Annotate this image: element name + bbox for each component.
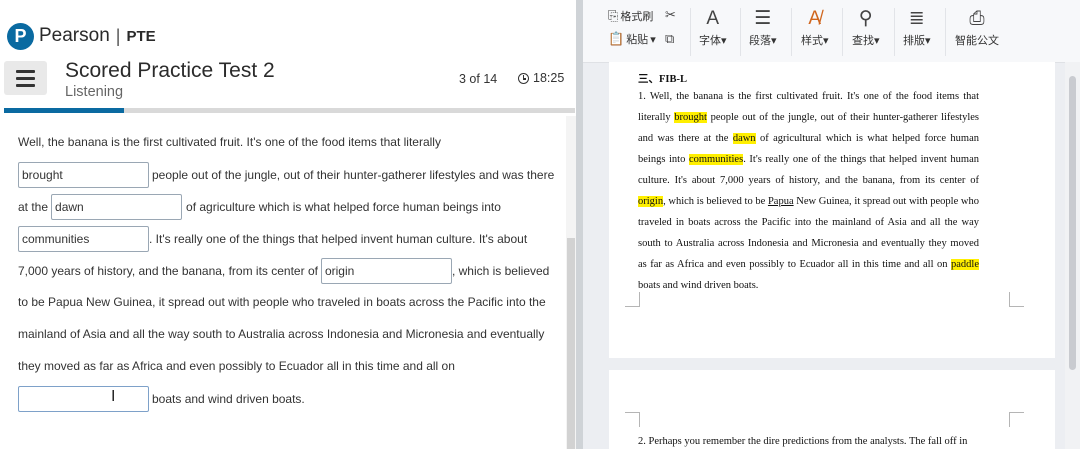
passage-text: boats and wind driven boats. bbox=[152, 392, 305, 406]
passage-text: people out of the jungle, out of their h… bbox=[152, 168, 555, 182]
smart-doc-icon: ⎙ bbox=[969, 8, 985, 29]
copy-button[interactable]: ⧉ bbox=[665, 31, 674, 47]
passage-text: at the bbox=[18, 200, 49, 214]
passage-text: to be Papua New Guinea, it spread out wi… bbox=[18, 295, 546, 309]
timer: 18:25 bbox=[518, 71, 564, 85]
passage-text: Well, the banana is the first cultivated… bbox=[18, 135, 441, 149]
scrollbar-thumb[interactable] bbox=[567, 238, 575, 449]
document-editor-window: ⎘ 格式刷 ✂ 📋 粘贴 ▾ ⧉ A 字体▾ ☰ 段落▾ A̸ 样式▾ ⚲ 查找… bbox=[583, 0, 1080, 449]
document-scrollbar[interactable] bbox=[1065, 62, 1080, 449]
passage-text: , which is believed bbox=[451, 264, 550, 278]
chevron-down-icon: ▾ bbox=[874, 35, 880, 47]
copy-icon: ⧉ bbox=[665, 31, 675, 46]
chevron-down-icon: ▾ bbox=[650, 33, 656, 46]
pearson-logo: P Pearson | PTE bbox=[7, 22, 156, 50]
find-button[interactable]: ⚲ 查找▾ bbox=[852, 6, 880, 48]
layout-button[interactable]: ≣ 排版▾ bbox=[903, 6, 931, 48]
document-page[interactable]: 三、FIB-L 1. Well, the banana is the first… bbox=[609, 62, 1055, 358]
document-scrollbar-thumb[interactable] bbox=[1069, 76, 1076, 370]
highlighted-word: paddle bbox=[951, 259, 979, 270]
document-paragraph: 1. Well, the banana is the first cultiva… bbox=[638, 91, 979, 291]
scissors-icon: ✂ bbox=[665, 7, 676, 22]
document-paragraph: 2. Perhaps you remember the dire predict… bbox=[638, 436, 968, 447]
passage-line: brought people out of the jungle, out of… bbox=[18, 162, 554, 188]
passage-line: at the dawn of agriculture which is what… bbox=[18, 194, 501, 220]
menu-button[interactable] bbox=[4, 61, 47, 95]
pearson-logo-icon: P bbox=[7, 22, 34, 50]
search-icon: ⚲ bbox=[858, 8, 873, 29]
format-painter-icon: ⎘ bbox=[608, 8, 619, 23]
paragraph-button[interactable]: ☰ 段落▾ bbox=[749, 6, 777, 48]
paste-button[interactable]: 📋 粘贴 ▾ bbox=[608, 31, 656, 47]
passage-text: they moved as far as Africa and even pos… bbox=[18, 359, 455, 373]
highlighted-word: brought bbox=[674, 112, 707, 123]
smart-doc-button[interactable]: ⎙ 智能公文 bbox=[955, 6, 999, 48]
page-corner-mark bbox=[1009, 292, 1024, 307]
highlighted-word: communities bbox=[688, 154, 744, 165]
paragraph-icon: ☰ bbox=[754, 8, 772, 29]
blank-input-2[interactable]: dawn bbox=[51, 194, 183, 220]
passage-text: 7,000 years of history, and the banana, … bbox=[18, 264, 318, 278]
font-button[interactable]: A 字体▾ bbox=[699, 6, 727, 48]
chevron-down-icon: ▾ bbox=[823, 35, 829, 47]
document-page-2[interactable]: 2. Perhaps you remember the dire predict… bbox=[609, 370, 1055, 449]
question-counter: 3 of 14 bbox=[459, 72, 498, 86]
section-heading: 三、FIB-L bbox=[638, 74, 688, 85]
highlighted-word: dawn bbox=[732, 133, 756, 144]
passage-line: they moved as far as Africa and even pos… bbox=[18, 353, 455, 379]
blank-input-4[interactable]: origin bbox=[320, 258, 452, 284]
passage-text: mainland of Asia and all the way south t… bbox=[18, 327, 545, 341]
passage-line: to be Papua New Guinea, it spread out wi… bbox=[18, 289, 546, 315]
progress-fill bbox=[4, 108, 124, 113]
blank-input-5[interactable] bbox=[18, 386, 149, 412]
passage-line: 7,000 years of history, and the banana, … bbox=[18, 258, 549, 284]
ribbon-toolbar: ⎘ 格式刷 ✂ 📋 粘贴 ▾ ⧉ A 字体▾ ☰ 段落▾ A̸ 样式▾ ⚲ 查找… bbox=[583, 0, 1080, 63]
timer-value: 18:25 bbox=[533, 71, 565, 85]
pte-test-window: P Pearson | PTE Scored Practice Test 2 L… bbox=[0, 0, 576, 449]
page-corner-mark bbox=[625, 412, 640, 427]
brand-separator: | bbox=[115, 25, 121, 46]
page-title: Scored Practice Test 2 bbox=[65, 59, 275, 82]
progress-bar bbox=[4, 108, 575, 113]
page-corner-mark bbox=[625, 292, 640, 307]
blank-input-3[interactable]: communities bbox=[18, 226, 149, 252]
font-icon: A bbox=[706, 8, 720, 29]
passage-line: boats and wind driven boats. bbox=[18, 386, 305, 412]
passage-line: Well, the banana is the first cultivated… bbox=[18, 129, 441, 155]
passage-line: mainland of Asia and all the way south t… bbox=[18, 321, 544, 347]
style-brush-icon: A̸ bbox=[808, 8, 822, 29]
hamburger-icon bbox=[16, 69, 35, 73]
chevron-down-icon: ▾ bbox=[721, 35, 727, 47]
style-button[interactable]: A̸ 样式▾ bbox=[801, 6, 829, 48]
chevron-down-icon: ▾ bbox=[925, 35, 931, 47]
blank-input-1[interactable]: brought bbox=[18, 162, 149, 188]
clock-icon bbox=[518, 72, 529, 84]
text-cursor-icon: I bbox=[111, 388, 116, 405]
passage-text: of agriculture which is what helped forc… bbox=[186, 200, 501, 214]
brand-product: PTE bbox=[126, 27, 156, 45]
highlighted-word: origin bbox=[638, 196, 664, 207]
brand-name: Pearson bbox=[39, 25, 110, 46]
page-corner-mark bbox=[1009, 412, 1024, 427]
underlined-word: Papua bbox=[767, 196, 794, 207]
passage-text: . It's really one of the things that hel… bbox=[149, 232, 528, 246]
section-subtitle: Listening bbox=[65, 84, 124, 100]
clipboard-icon: 📋 bbox=[608, 31, 625, 46]
passage-line: communities . It's really one of the thi… bbox=[18, 226, 527, 252]
scrollbar[interactable] bbox=[566, 116, 576, 449]
layout-icon: ≣ bbox=[908, 8, 925, 29]
chevron-down-icon: ▾ bbox=[771, 35, 777, 47]
cut-button[interactable]: ✂ bbox=[665, 7, 676, 23]
format-painter-button[interactable]: ⎘ 格式刷 bbox=[608, 8, 653, 24]
window-divider[interactable] bbox=[576, 0, 583, 449]
